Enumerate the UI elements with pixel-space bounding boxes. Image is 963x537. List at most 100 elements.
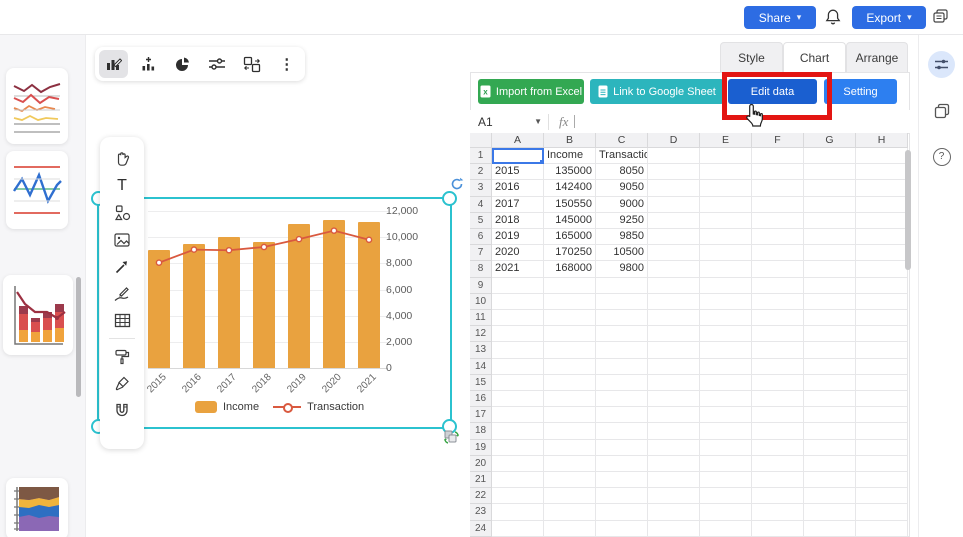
cell-D21[interactable] [648,472,700,489]
cell-H23[interactable] [856,504,908,521]
cell-E21[interactable] [700,472,752,489]
row-header-5[interactable]: 5 [470,212,492,230]
shapes-tool-icon[interactable] [108,199,136,226]
cell-G14[interactable] [804,358,856,375]
cell-C10[interactable] [596,293,648,311]
pen-tool-icon[interactable] [108,280,136,307]
cell-reference-box[interactable]: A1 ▼ [470,115,548,129]
cell-A7[interactable]: 2020 [492,245,544,262]
cell-A20[interactable] [492,455,544,473]
cell-C6[interactable]: 9850 [596,229,648,246]
cell-C1[interactable]: Transaction [596,148,648,165]
cell-A12[interactable] [492,326,544,343]
cell-E17[interactable] [700,407,752,424]
cell-D23[interactable] [648,504,700,521]
cell-G23[interactable] [804,504,856,521]
cell-H2[interactable] [856,164,908,181]
cell-D4[interactable] [648,196,700,213]
cell-B20[interactable] [544,455,596,473]
cell-A5[interactable]: 2018 [492,212,544,230]
tab-style[interactable]: Style [720,42,783,72]
cell-D13[interactable] [648,342,700,359]
column-header-C[interactable]: C [596,133,648,148]
cell-A6[interactable]: 2019 [492,229,544,246]
cell-F2[interactable] [752,164,804,181]
column-header-E[interactable]: E [700,133,752,148]
cell-E5[interactable] [700,212,752,230]
cell-C24[interactable] [596,520,648,537]
cell-A18[interactable] [492,423,544,440]
column-header-A[interactable]: A [492,133,544,148]
row-header-11[interactable]: 11 [470,310,492,327]
pages-icon[interactable] [928,97,955,124]
cell-B17[interactable] [544,407,596,424]
cell-G22[interactable] [804,488,856,505]
cell-C9[interactable] [596,277,648,294]
cell-H14[interactable] [856,358,908,375]
cell-H13[interactable] [856,342,908,359]
row-header-15[interactable]: 15 [470,374,492,392]
cell-C23[interactable] [596,504,648,521]
cell-A21[interactable] [492,472,544,489]
cell-G17[interactable] [804,407,856,424]
cell-C22[interactable] [596,488,648,505]
cell-D7[interactable] [648,245,700,262]
row-header-14[interactable]: 14 [470,358,492,375]
cell-F8[interactable] [752,261,804,278]
cell-B21[interactable] [544,472,596,489]
cell-C21[interactable] [596,472,648,489]
row-header-16[interactable]: 16 [470,391,492,408]
cell-C20[interactable] [596,455,648,473]
cell-B19[interactable] [544,439,596,456]
selected-cell-fill-handle[interactable] [540,160,542,163]
cell-H24[interactable] [856,520,908,537]
cell-H6[interactable] [856,229,908,246]
cell-E6[interactable] [700,229,752,246]
cell-B3[interactable]: 142400 [544,180,596,197]
cell-C13[interactable] [596,342,648,359]
cell-B12[interactable] [544,326,596,343]
duplicate-pages-icon[interactable] [932,8,949,30]
cell-A23[interactable] [492,504,544,521]
cell-G4[interactable] [804,196,856,213]
cell-B16[interactable] [544,391,596,408]
chart-selection-box[interactable] [97,197,452,429]
cell-B2[interactable]: 135000 [544,164,596,181]
help-icon[interactable]: ? [928,143,955,170]
cell-H7[interactable] [856,245,908,262]
cell-E4[interactable] [700,196,752,213]
share-button[interactable]: Share ▾ [744,6,816,29]
cell-F1[interactable] [752,148,804,165]
cell-B5[interactable]: 145000 [544,212,596,230]
cell-C8[interactable]: 9800 [596,261,648,278]
cell-D11[interactable] [648,310,700,327]
row-header-7[interactable]: 7 [470,245,492,262]
cell-D20[interactable] [648,455,700,473]
cell-D3[interactable] [648,180,700,197]
cell-D1[interactable] [648,148,700,165]
cell-A1[interactable] [492,148,544,165]
cell-G24[interactable] [804,520,856,537]
cell-G16[interactable] [804,391,856,408]
cell-F13[interactable] [752,342,804,359]
cell-G21[interactable] [804,472,856,489]
tab-arrange[interactable]: Arrange [846,42,908,72]
link-to-google-sheet-button[interactable]: Link to Google Sheet [590,79,724,104]
cell-E16[interactable] [700,391,752,408]
cell-F20[interactable] [752,455,804,473]
adjust-sliders-icon[interactable] [203,50,232,78]
row-header-2[interactable]: 2 [470,164,492,181]
cell-H18[interactable] [856,423,908,440]
cell-F16[interactable] [752,391,804,408]
cell-F17[interactable] [752,407,804,424]
cell-E13[interactable] [700,342,752,359]
cell-B1[interactable]: Income [544,148,596,165]
row-header-4[interactable]: 4 [470,196,492,213]
cell-E10[interactable] [700,293,752,311]
cell-F18[interactable] [752,423,804,440]
cell-C19[interactable] [596,439,648,456]
cell-A13[interactable] [492,342,544,359]
import-from-excel-button[interactable]: x Import from Excel [478,79,584,104]
cell-E18[interactable] [700,423,752,440]
cell-H11[interactable] [856,310,908,327]
